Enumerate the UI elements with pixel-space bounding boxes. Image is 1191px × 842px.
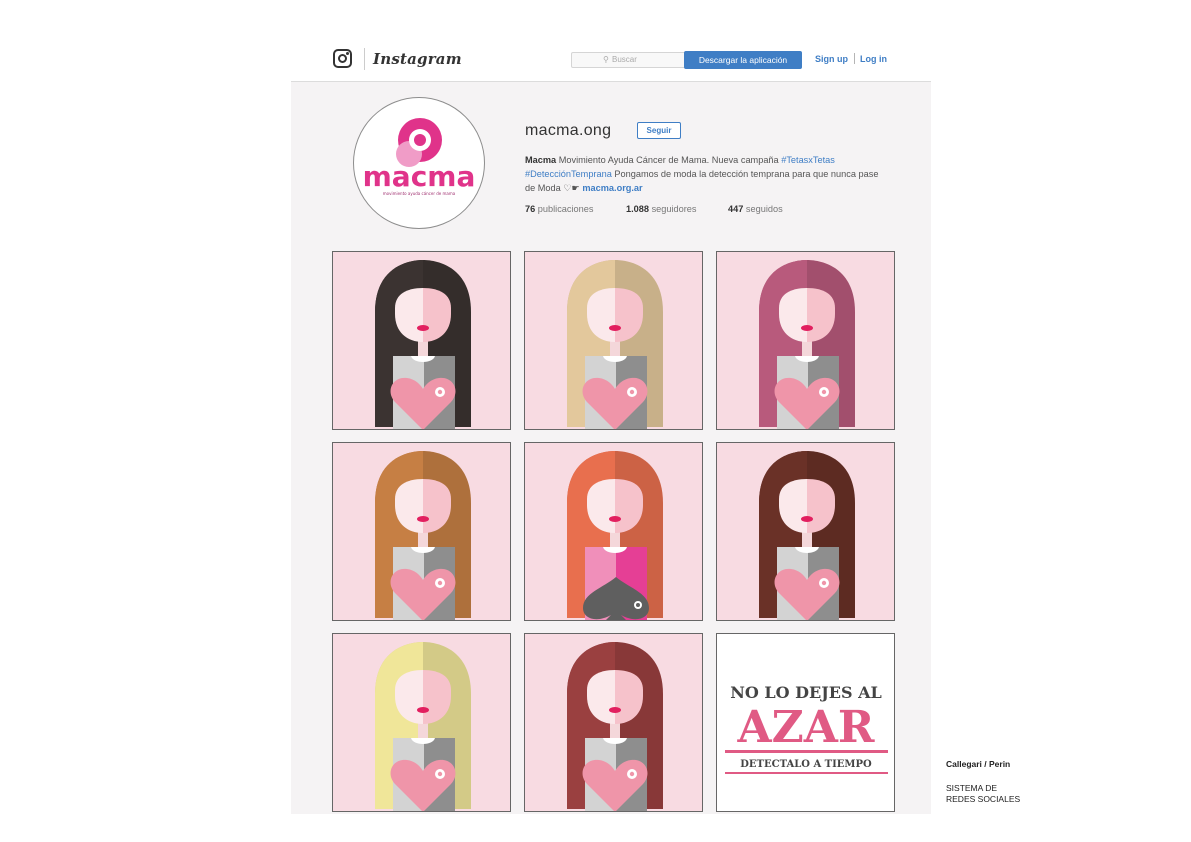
- woman-illustration: [375, 642, 471, 811]
- post-tile-campaign[interactable]: NO LO DEJES AL AZAR DETECTALO A TIEMPO: [716, 633, 895, 812]
- posts-label: publicaciones: [537, 204, 594, 214]
- header-divider: [364, 48, 365, 70]
- followers-stat[interactable]: 1.088 seguidores: [626, 204, 697, 214]
- woman-illustration: [567, 260, 663, 429]
- campaign-line-3: DETECTALO A TIEMPO: [740, 759, 872, 770]
- post-tile[interactable]: [524, 442, 703, 621]
- bio-website-link[interactable]: macma.org.ar: [582, 183, 642, 193]
- follow-button[interactable]: Seguir: [637, 122, 681, 139]
- woman-illustration: [567, 451, 663, 620]
- search-input[interactable]: ⚲ Buscar: [571, 52, 697, 68]
- campaign-line-1: NO LO DEJES AL: [730, 683, 882, 702]
- download-app-button[interactable]: Descargar la aplicación: [684, 51, 802, 69]
- nav-divider: [854, 53, 855, 64]
- instagram-camera-icon[interactable]: [333, 49, 352, 68]
- post-tile[interactable]: [332, 442, 511, 621]
- campaign-graphic: NO LO DEJES AL AZAR DETECTALO A TIEMPO: [725, 683, 888, 774]
- bio-hashtag-1[interactable]: #TetasxTetas: [781, 155, 835, 165]
- logo-wordmark: macma: [363, 160, 476, 193]
- followers-count: 1.088: [626, 204, 649, 214]
- instagram-wordmark[interactable]: Instagram: [373, 50, 462, 68]
- following-stat[interactable]: 447 seguidos: [728, 204, 783, 214]
- campaign-line-2: AZAR: [737, 702, 875, 753]
- credit-label: Callegari / Perin: [946, 759, 1011, 769]
- search-icon: ⚲: [603, 55, 609, 64]
- macma-logo: macma movimiento ayuda cáncer de mama: [363, 118, 476, 196]
- presentation-page: Instagram ⚲ Buscar Descargar la aplicaci…: [0, 0, 1191, 842]
- following-count: 447: [728, 204, 744, 214]
- heart-pointer-icon: ♡☛: [563, 183, 580, 193]
- post-tile[interactable]: [332, 633, 511, 812]
- caption-label: SISTEMA DE REDES SOCIALES: [946, 783, 1036, 805]
- logo-tagline: movimiento ayuda cáncer de mama: [383, 191, 456, 196]
- followers-label: seguidores: [651, 204, 697, 214]
- woman-illustration: [567, 642, 663, 811]
- post-tile[interactable]: [716, 442, 895, 621]
- woman-illustration: [759, 260, 855, 429]
- post-tile[interactable]: [716, 251, 895, 430]
- profile-stats: 76 publicaciones 1.088 seguidores 447 se…: [525, 204, 845, 216]
- woman-illustration: [759, 451, 855, 620]
- woman-illustration: [375, 451, 471, 620]
- post-tile[interactable]: [524, 633, 703, 812]
- bio-name: Macma: [525, 155, 557, 165]
- search-placeholder: Buscar: [612, 55, 637, 64]
- post-tile[interactable]: [524, 251, 703, 430]
- profile-bio: Macma Movimiento Ayuda Cáncer de Mama. N…: [525, 153, 885, 195]
- bio-text-1: Movimiento Ayuda Cáncer de Mama. Nueva c…: [556, 155, 782, 165]
- posts-stat[interactable]: 76 publicaciones: [525, 204, 593, 214]
- signup-link[interactable]: Sign up: [815, 54, 848, 64]
- profile-username: macma.ong: [525, 122, 612, 139]
- caption-line-1: SISTEMA DE: [946, 783, 998, 793]
- login-link[interactable]: Log in: [860, 54, 887, 64]
- posts-count: 76: [525, 204, 536, 214]
- following-label: seguidos: [745, 204, 783, 214]
- woman-illustration: [375, 260, 471, 429]
- profile-avatar[interactable]: macma movimiento ayuda cáncer de mama: [353, 97, 485, 229]
- post-tile[interactable]: [332, 251, 511, 430]
- bio-hashtag-2[interactable]: #DetecciónTemprana: [525, 169, 612, 179]
- instagram-header: Instagram ⚲ Buscar Descargar la aplicaci…: [291, 38, 931, 82]
- caption-line-2: REDES SOCIALES: [946, 794, 1021, 804]
